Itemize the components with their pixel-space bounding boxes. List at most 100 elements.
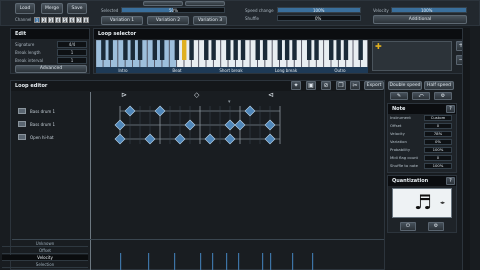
channel-4-button[interactable]: 4 <box>55 17 61 23</box>
copy-icon[interactable]: ❐ <box>336 81 346 90</box>
note-diamond[interactable] <box>224 133 236 145</box>
black-key[interactable] <box>233 40 238 60</box>
velocity-bar[interactable] <box>148 253 150 270</box>
black-key[interactable] <box>292 40 297 60</box>
note-grid[interactable] <box>110 100 290 150</box>
top-center-button-1[interactable] <box>143 1 183 6</box>
velocity-lane[interactable] <box>92 241 384 270</box>
note-tool-3-icon[interactable]: ⚙ <box>434 92 452 100</box>
black-key[interactable] <box>314 40 319 60</box>
note-row-value[interactable]: Custom <box>424 115 452 121</box>
note-diamond[interactable] <box>114 119 126 131</box>
black-key[interactable] <box>101 40 106 60</box>
top-center-button-2[interactable] <box>185 1 225 6</box>
channel-2-button[interactable]: 2 <box>41 17 47 23</box>
track-name-3[interactable]: Open hi-hat <box>30 135 54 140</box>
velocity-bar[interactable] <box>226 253 228 270</box>
note-diamond[interactable] <box>244 105 256 117</box>
channel-3-button[interactable]: 3 <box>48 17 54 23</box>
black-key[interactable] <box>306 40 312 60</box>
note-diamond[interactable] <box>224 119 236 131</box>
note-row-value[interactable]: 100% <box>424 163 452 169</box>
variation-1-button[interactable]: Variation 1 <box>101 16 143 25</box>
black-key[interactable] <box>189 40 194 60</box>
track-name-2[interactable]: Bass drum 1 <box>30 122 55 127</box>
channel-6-button[interactable]: 6 <box>69 17 75 23</box>
load-button[interactable]: Load <box>15 3 35 14</box>
velocity-bar[interactable] <box>200 253 202 270</box>
velocity-bar[interactable] <box>270 253 272 270</box>
loop-end-marker[interactable]: ⊲ <box>268 91 274 99</box>
velocity-bar[interactable] <box>312 253 314 270</box>
black-key[interactable] <box>123 40 128 60</box>
channel-8-button[interactable]: 8 <box>83 17 89 23</box>
note-row-value[interactable]: 0 <box>424 155 452 161</box>
break-interval-field[interactable]: 1 <box>57 57 87 64</box>
erase-icon[interactable]: ⊘ <box>321 81 331 90</box>
loop-start-marker[interactable]: ⊳ <box>121 91 127 99</box>
black-key[interactable] <box>284 40 290 60</box>
paste-icon[interactable]: ▣ <box>306 81 316 90</box>
black-key[interactable] <box>358 40 363 60</box>
note-diamond[interactable] <box>264 119 276 131</box>
half-speed-button[interactable]: Half speed <box>424 81 454 90</box>
channel-1-button[interactable]: 1 <box>34 17 40 23</box>
black-key[interactable] <box>329 40 334 60</box>
velocity-bar[interactable] <box>212 253 214 270</box>
black-key[interactable] <box>204 40 209 60</box>
note-tool-1-icon[interactable]: ✎ <box>390 92 408 100</box>
black-key[interactable] <box>159 40 165 60</box>
note-diamond[interactable] <box>184 119 196 131</box>
black-key[interactable] <box>262 40 268 60</box>
signature-field[interactable]: 4/4 <box>57 41 87 48</box>
quantization-power-icon[interactable]: ⏻ <box>400 222 416 231</box>
black-key[interactable] <box>137 40 143 60</box>
note-row-value[interactable]: 0 <box>424 123 452 129</box>
black-key[interactable] <box>226 40 231 60</box>
black-key[interactable] <box>240 40 246 60</box>
black-key[interactable] <box>211 40 216 60</box>
quantization-config-icon[interactable]: ⚙ <box>428 222 444 231</box>
right-scrollbar[interactable] <box>462 28 470 270</box>
note-diamond[interactable] <box>124 105 136 117</box>
black-key[interactable] <box>130 40 135 60</box>
black-key[interactable] <box>343 40 349 60</box>
additional-button[interactable]: Additional <box>373 15 467 24</box>
double-speed-button[interactable]: Double speed <box>388 81 422 90</box>
note-diamond[interactable] <box>144 133 156 145</box>
note-row-value[interactable]: 0% <box>424 139 452 145</box>
note-diamond[interactable] <box>234 119 246 131</box>
wand-icon[interactable]: ✦ <box>291 81 301 90</box>
quantization-arrows-icon[interactable]: ◂▸ <box>440 200 445 206</box>
variation-2-button[interactable]: Variation 2 <box>147 16 189 25</box>
note-diamond[interactable] <box>114 133 126 145</box>
velocity-bar[interactable] <box>238 253 240 270</box>
lane-velocity[interactable]: Velocity <box>2 255 88 261</box>
note-row-value[interactable]: 100% <box>424 147 452 153</box>
lane-offset[interactable]: Offset <box>2 248 88 254</box>
black-key[interactable] <box>152 40 158 60</box>
lane-selection[interactable]: Selection <box>2 262 88 268</box>
note-diamond[interactable] <box>264 133 276 145</box>
note-help-icon[interactable]: ? <box>446 105 455 113</box>
velocity-bar[interactable] <box>120 253 122 270</box>
note-row-value[interactable]: 78% <box>424 131 452 137</box>
velocity-bar[interactable] <box>262 253 264 270</box>
note-diamond[interactable] <box>204 133 216 145</box>
loop-selector-plus-icon[interactable]: ✚ <box>375 43 383 51</box>
export-button[interactable]: Export <box>364 81 384 90</box>
note-diamond[interactable] <box>154 105 166 117</box>
variation-3-button[interactable]: Variation 3 <box>193 16 227 25</box>
velocity-bar[interactable] <box>174 253 176 270</box>
merge-button[interactable]: Merge <box>41 3 63 14</box>
loop-keyboard[interactable]: Intro Beat Short break Long break Outro <box>96 40 368 73</box>
black-key[interactable] <box>174 40 180 60</box>
black-key[interactable] <box>255 40 260 60</box>
quantization-help-icon[interactable]: ? <box>446 177 455 185</box>
selected-key[interactable] <box>182 40 187 60</box>
channel-7-button[interactable]: 7 <box>76 17 82 23</box>
break-length-field[interactable]: 1 <box>57 49 87 56</box>
save-button[interactable]: Save <box>67 3 87 14</box>
loop-center-marker[interactable]: ◇ <box>194 91 199 99</box>
note-diamond[interactable] <box>174 133 186 145</box>
